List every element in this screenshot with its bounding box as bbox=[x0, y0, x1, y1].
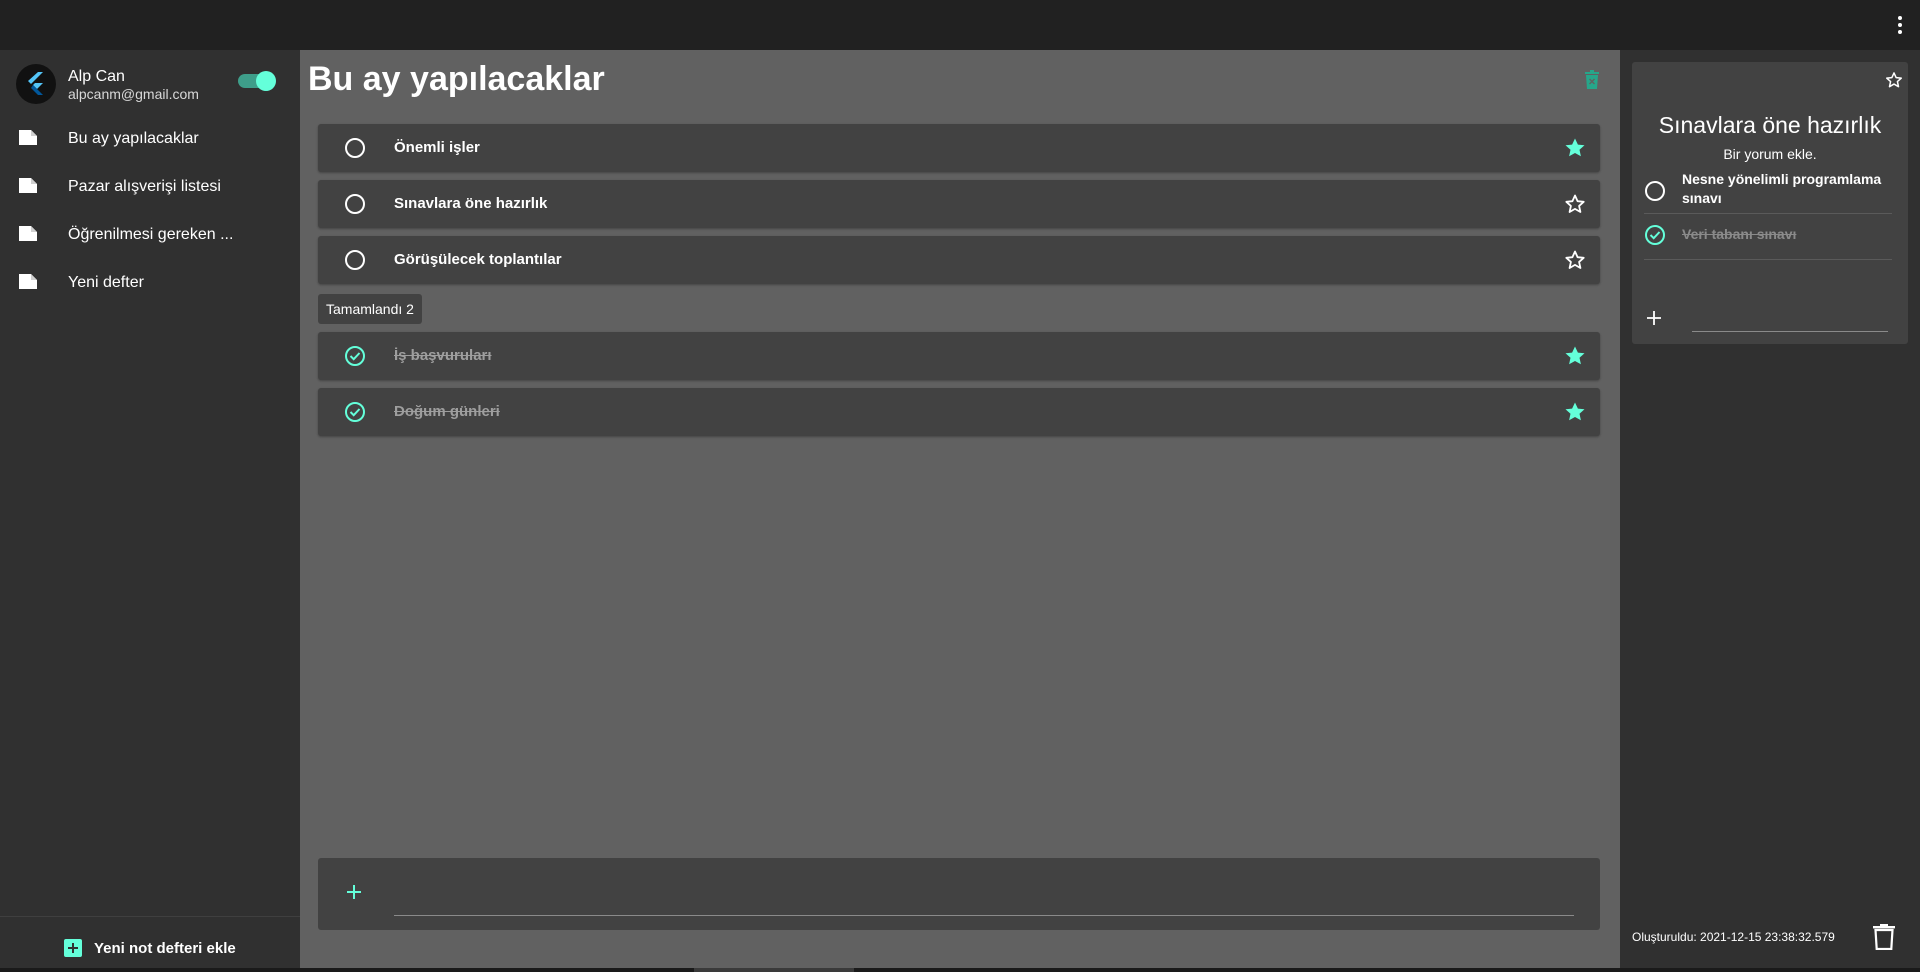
task-item[interactable]: Görüşülecek toplantılar bbox=[318, 236, 1600, 284]
task-label: Doğum günleri bbox=[394, 403, 500, 420]
note-icon bbox=[19, 130, 37, 145]
task-item-completed[interactable]: İş başvuruları bbox=[318, 332, 1600, 380]
bottom-scrollbar bbox=[0, 968, 1920, 972]
sidebar-item-bu-ay-yapilacaklar[interactable]: Bu ay yapılacaklar bbox=[0, 116, 300, 162]
star-outline-icon[interactable] bbox=[1563, 192, 1587, 216]
theme-toggle[interactable] bbox=[238, 71, 276, 91]
task-item[interactable]: Önemli işler bbox=[318, 124, 1600, 172]
sidebar-item-pazar-alisverisi[interactable]: Pazar alışverişi listesi bbox=[0, 164, 300, 210]
radio-unchecked-icon[interactable] bbox=[1644, 180, 1666, 202]
check-circle-icon[interactable] bbox=[1644, 224, 1666, 246]
add-box-icon bbox=[64, 939, 82, 957]
created-timestamp: Oluşturuldu: 2021-12-15 23:38:32.579 bbox=[1632, 930, 1835, 944]
task-item[interactable]: Sınavlara öne hazırlık bbox=[318, 180, 1600, 228]
radio-unchecked-icon[interactable] bbox=[344, 249, 366, 271]
main-panel: Bu ay yapılacaklar Önemli işler Sınavlar… bbox=[300, 50, 1620, 972]
sidebar-item-label: Yeni defter bbox=[68, 274, 144, 291]
star-outline-icon[interactable] bbox=[1884, 70, 1904, 90]
page-title: Bu ay yapılacaklar bbox=[308, 60, 605, 98]
sidebar-item-yeni-defter[interactable]: Yeni defter bbox=[0, 260, 300, 306]
task-label: Görüşülecek toplantılar bbox=[394, 251, 562, 268]
sidebar-item-label: Pazar alışverişi listesi bbox=[68, 178, 221, 195]
sidebar-item-ogrenilmesi-gereken[interactable]: Öğrenilmesi gereken ... bbox=[0, 212, 300, 258]
toggle-knob bbox=[256, 71, 276, 91]
add-notebook-button[interactable]: Yeni not defteri ekle bbox=[64, 938, 236, 958]
sidebar-divider bbox=[0, 916, 300, 917]
check-circle-icon[interactable] bbox=[344, 401, 366, 423]
sidebar-item-label: Bu ay yapılacaklar bbox=[68, 130, 199, 147]
check-circle-icon[interactable] bbox=[344, 345, 366, 367]
detail-title[interactable]: Sınavlara öne hazırlık bbox=[1632, 112, 1908, 139]
subtask-label: Veri tabanı sınavı bbox=[1682, 226, 1797, 242]
scrollbar-thumb[interactable] bbox=[694, 968, 854, 972]
new-task-bar bbox=[318, 858, 1600, 930]
more-vert-icon[interactable] bbox=[1894, 13, 1906, 37]
task-detail-card: Sınavlara öne hazırlık Bir yorum ekle. N… bbox=[1632, 62, 1908, 344]
delete-task-icon[interactable] bbox=[1873, 924, 1895, 950]
task-label: İş başvuruları bbox=[394, 347, 492, 364]
task-label: Önemli işler bbox=[394, 139, 480, 156]
star-filled-icon[interactable] bbox=[1563, 400, 1587, 424]
flutter-logo-icon bbox=[28, 72, 43, 95]
subtask-item-completed[interactable]: Veri tabanı sınavı bbox=[1644, 214, 1892, 260]
add-comment[interactable]: Bir yorum ekle. bbox=[1632, 146, 1908, 162]
add-subtask-icon[interactable] bbox=[1646, 310, 1662, 326]
task-label: Sınavlara öne hazırlık bbox=[394, 195, 548, 212]
star-filled-icon[interactable] bbox=[1563, 136, 1587, 160]
new-task-input[interactable] bbox=[394, 872, 1574, 916]
star-filled-icon[interactable] bbox=[1563, 344, 1587, 368]
note-icon bbox=[19, 274, 37, 289]
detail-panel: Sınavlara öne hazırlık Bir yorum ekle. N… bbox=[1620, 50, 1920, 972]
radio-unchecked-icon[interactable] bbox=[344, 137, 366, 159]
completed-toggle[interactable]: Tamamlandı 2 bbox=[318, 294, 422, 324]
user-name: Alp Can bbox=[68, 68, 125, 85]
app-bar bbox=[0, 0, 1920, 50]
new-subtask-input[interactable] bbox=[1692, 298, 1888, 332]
task-item-completed[interactable]: Doğum günleri bbox=[318, 388, 1600, 436]
user-email: alpcanm@gmail.com bbox=[68, 86, 199, 102]
note-icon bbox=[19, 178, 37, 193]
sidebar: Alp Can alpcanm@gmail.com Bu ay yapılaca… bbox=[0, 50, 300, 972]
star-outline-icon[interactable] bbox=[1563, 248, 1587, 272]
add-notebook-label: Yeni not defteri ekle bbox=[94, 939, 236, 957]
avatar bbox=[16, 64, 56, 104]
sidebar-item-label: Öğrenilmesi gereken ... bbox=[68, 226, 234, 243]
subtask-label: Nesne yönelimli programlama sınavı bbox=[1682, 171, 1882, 206]
note-icon bbox=[19, 226, 37, 241]
radio-unchecked-icon[interactable] bbox=[344, 193, 366, 215]
subtask-item[interactable]: Nesne yönelimli programlama sınavı bbox=[1644, 166, 1892, 214]
user-profile: Alp Can alpcanm@gmail.com bbox=[16, 64, 296, 106]
delete-notebook-icon[interactable] bbox=[1585, 70, 1599, 90]
add-icon[interactable] bbox=[346, 884, 362, 900]
